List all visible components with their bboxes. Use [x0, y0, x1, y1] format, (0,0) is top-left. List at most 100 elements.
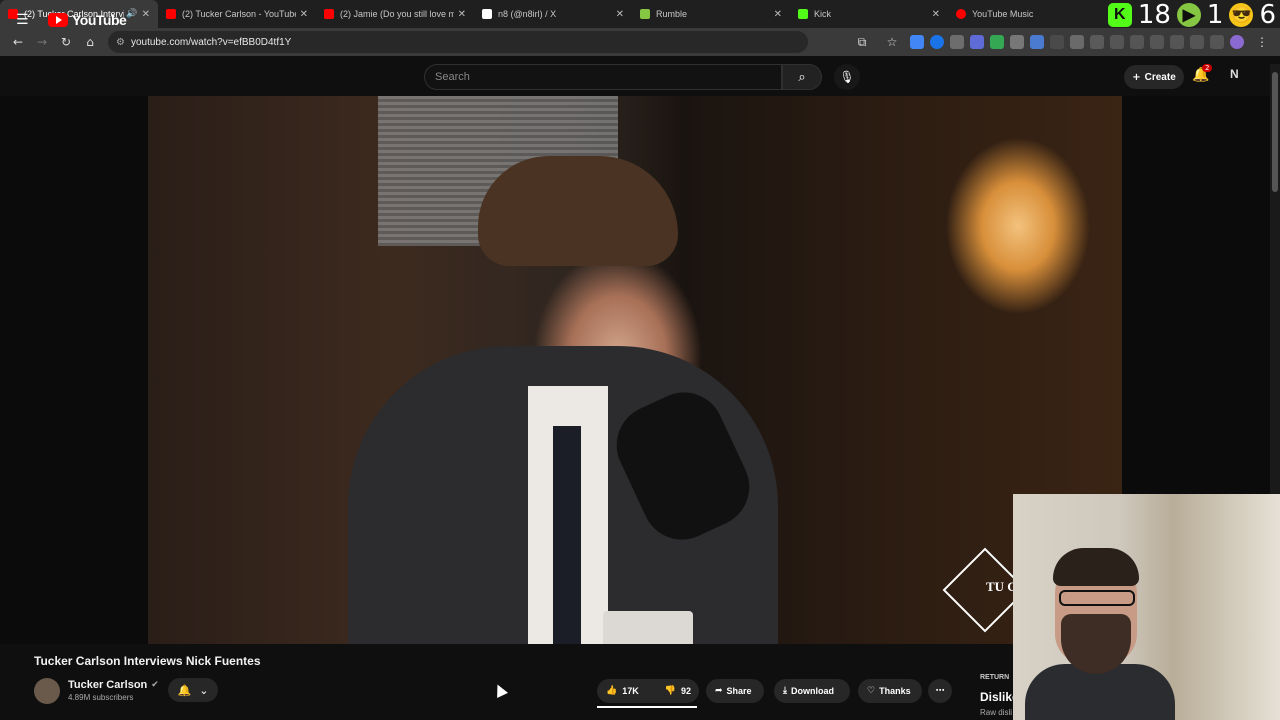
share-button[interactable]: ➦ Share: [706, 679, 764, 703]
tab-title: Rumble: [656, 9, 688, 19]
rumble-logo-icon: ▶: [1176, 3, 1201, 27]
tab-title: (2) Tucker Carlson - YouTube: [182, 9, 296, 19]
extension-icon[interactable]: [1130, 35, 1144, 49]
code-icon[interactable]: [1150, 35, 1164, 49]
dislike-button[interactable]: 👎 92: [656, 679, 700, 703]
video-frame-tie: [553, 426, 581, 644]
browser-tabstrip: (2) Tucker Carlson Interview 🔊 ✕ (2) Tuc…: [0, 0, 1280, 28]
url-bar[interactable]: ⚙ youtube.com/watch?v=efBB0D4tf1Y: [108, 31, 808, 53]
tab-youtube-music[interactable]: YouTube Music: [948, 0, 1106, 28]
more-actions-button[interactable]: ⋯: [928, 679, 952, 703]
rumble-favicon-icon: [640, 9, 650, 19]
channel-name-row[interactable]: Tucker Carlson ✔: [68, 679, 159, 691]
verified-check-icon: ✔: [151, 680, 159, 690]
thumbs-down-icon: 👎: [664, 686, 676, 696]
webcam-person-glasses: [1059, 590, 1135, 606]
share-label: Share: [726, 686, 752, 696]
like-button[interactable]: 👍 17K: [597, 679, 648, 703]
youtube-favicon-icon: [324, 9, 334, 19]
extension-icon[interactable]: [990, 35, 1004, 49]
tab-jamie[interactable]: (2) Jamie (Do you still love me? ✕: [316, 0, 474, 28]
media-controls-icon[interactable]: [1210, 35, 1224, 49]
back-icon[interactable]: ←: [6, 30, 30, 54]
youtube-music-favicon-icon: [956, 9, 966, 19]
search-box[interactable]: [424, 64, 782, 90]
extension-icon[interactable]: [910, 35, 924, 49]
bell-icon: 🔔: [177, 683, 192, 697]
youtube-play-logo-icon: [48, 13, 68, 27]
extension-icons: ⧉ ☆ ⋮: [850, 30, 1274, 54]
bookmark-star-icon[interactable]: ☆: [880, 30, 904, 54]
extension-icon[interactable]: [950, 35, 964, 49]
download-label: Download: [790, 686, 834, 696]
tab-x-n8[interactable]: n8 (@n8irl) / X ✕: [474, 0, 632, 28]
channel-avatar[interactable]: [34, 678, 60, 704]
kick-favicon-icon: [798, 9, 808, 19]
thumbs-up-icon: 👍: [606, 686, 618, 696]
video-frame-mug: [603, 611, 693, 644]
subscriber-count: 4.89M subscribers: [68, 693, 134, 702]
close-tab-icon[interactable]: ✕: [458, 9, 466, 20]
thanks-label: Thanks: [879, 686, 911, 696]
close-tab-icon[interactable]: ✕: [142, 9, 150, 20]
search-input[interactable]: [435, 71, 781, 83]
extension-icon[interactable]: [970, 35, 984, 49]
create-button[interactable]: + Create: [1124, 65, 1184, 89]
chevron-down-icon: ⌄: [199, 683, 209, 697]
reading-list-icon[interactable]: [1170, 35, 1184, 49]
extension-icon[interactable]: [930, 35, 944, 49]
speaker-icon[interactable]: 🔊: [126, 9, 137, 19]
extension-icon[interactable]: [1010, 35, 1024, 49]
notifications-button[interactable]: 🔔 2: [1192, 64, 1213, 87]
side-panel-icon[interactable]: [1190, 35, 1204, 49]
scrollbar-thumb[interactable]: [1272, 72, 1278, 192]
forward-icon[interactable]: →: [30, 30, 54, 54]
channel-name[interactable]: Tucker Carlson: [68, 679, 147, 691]
close-tab-icon[interactable]: ✕: [932, 9, 940, 20]
browser-menu-icon[interactable]: ⋮: [1250, 30, 1274, 54]
tab-title: (2) Jamie (Do you still love me?: [340, 9, 454, 19]
thanks-button[interactable]: ♡ Thanks: [858, 679, 922, 703]
puzzle-extensions-icon[interactable]: [1090, 35, 1104, 49]
youtube-logo-text: YouTube: [72, 12, 127, 28]
like-ratio-bar: [597, 706, 697, 708]
close-tab-icon[interactable]: ✕: [774, 9, 782, 20]
profile-avatar-icon[interactable]: [1230, 35, 1244, 49]
kick-logo-icon: K: [1107, 3, 1132, 27]
history-icon[interactable]: [1110, 35, 1124, 49]
tab-title: Kick: [814, 9, 832, 19]
tab-kick[interactable]: Kick ✕: [790, 0, 948, 28]
extension-icon[interactable]: [1050, 35, 1064, 49]
home-icon[interactable]: ⌂: [78, 30, 102, 54]
video-letterbox-right: [1122, 96, 1270, 494]
youtube-logo[interactable]: YouTube: [48, 12, 127, 28]
youtube-favicon-icon: [166, 9, 176, 19]
extension-icon[interactable]: [1030, 35, 1044, 49]
site-info-icon[interactable]: ⚙: [116, 37, 125, 48]
rumble-viewer-count: 1: [1206, 0, 1224, 30]
other-viewer-count: 6: [1259, 0, 1276, 30]
reload-icon[interactable]: ↻: [54, 30, 78, 54]
browser-toolbar: ← → ↻ ⌂ ⚙ youtube.com/watch?v=efBB0D4tf1…: [0, 28, 1280, 56]
search-button[interactable]: ⌕: [782, 64, 822, 90]
install-app-icon[interactable]: ⧉: [850, 30, 874, 54]
extension-icon[interactable]: [1070, 35, 1084, 49]
close-tab-icon[interactable]: ✕: [616, 9, 624, 20]
download-button[interactable]: ⤓ Download: [774, 679, 850, 703]
webcam-person-hair: [1053, 548, 1139, 586]
dislike-count: 92: [680, 686, 691, 696]
subscription-notifications-button[interactable]: 🔔 ⌄: [168, 678, 218, 702]
close-tab-icon[interactable]: ✕: [300, 9, 308, 20]
mouse-cursor-icon: [492, 682, 508, 698]
account-avatar[interactable]: N: [1230, 67, 1248, 85]
thanks-heart-icon: ♡: [867, 686, 876, 696]
tab-title: YouTube Music: [972, 9, 1034, 19]
video-frame-hair: [478, 156, 678, 266]
tab-title: n8 (@n8irl) / X: [498, 9, 557, 19]
voice-search-button[interactable]: 🎙: [834, 64, 860, 90]
like-count: 17K: [622, 686, 639, 696]
menu-hamburger-icon[interactable]: ☰: [16, 12, 32, 28]
tab-rumble[interactable]: Rumble ✕: [632, 0, 790, 28]
tab-tucker-carlson-youtube[interactable]: (2) Tucker Carlson - YouTube ✕: [158, 0, 316, 28]
video-title: Tucker Carlson Interviews Nick Fuentes: [34, 654, 261, 668]
